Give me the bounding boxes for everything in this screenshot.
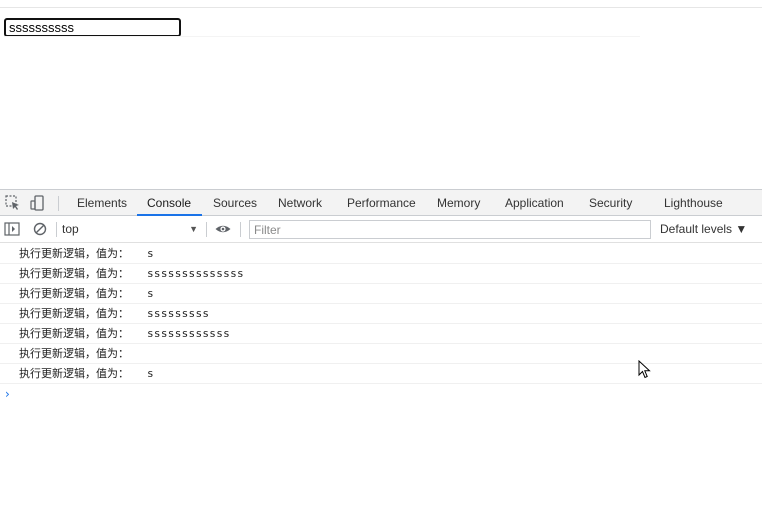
console-prompt-chevron-icon: ›: [5, 387, 10, 401]
tab-bar-separator: [58, 196, 59, 211]
context-value: top: [62, 222, 79, 236]
log-label: 执行更新逻辑，值为：: [19, 267, 129, 280]
clear-console-icon[interactable]: [31, 220, 49, 238]
log-value: s: [147, 367, 154, 380]
sidebar-toggle-icon[interactable]: [3, 220, 21, 238]
devtools-tab-bar: Elements Console Sources Network Perform…: [0, 189, 762, 216]
chevron-down-icon: ▼: [189, 224, 198, 234]
console-messages: 执行更新逻辑，值为： s 执行更新逻辑，值为： ssssssssssssss 执…: [0, 244, 762, 404]
tab-lighthouse[interactable]: Lighthouse: [664, 190, 723, 216]
log-value: s: [147, 247, 154, 260]
page-top-divider: [0, 7, 762, 8]
console-log-row: 执行更新逻辑，值为： ssssssssssssss: [0, 264, 762, 284]
toolbar-separator: [56, 222, 57, 237]
context-selector[interactable]: top ▼: [62, 220, 202, 238]
text-input[interactable]: [4, 18, 181, 37]
log-label: 执行更新逻辑，值为：: [19, 327, 129, 340]
console-filter-input[interactable]: [249, 220, 651, 239]
devtools-panel: Elements Console Sources Network Perform…: [0, 189, 762, 521]
tab-sources[interactable]: Sources: [213, 190, 257, 216]
log-value: ssssssssssssss: [147, 267, 244, 280]
log-label: 执行更新逻辑，值为：: [19, 307, 129, 320]
toolbar-separator: [240, 222, 241, 237]
tab-application[interactable]: Application: [505, 190, 564, 216]
tab-performance[interactable]: Performance: [347, 190, 416, 216]
log-label: 执行更新逻辑，值为：: [19, 347, 129, 360]
log-value: ssssssssssss: [147, 327, 231, 340]
tab-network[interactable]: Network: [278, 190, 322, 216]
log-levels-dropdown[interactable]: Default levels ▼: [660, 220, 747, 239]
live-expression-eye-icon[interactable]: [214, 220, 232, 238]
tab-elements[interactable]: Elements: [77, 190, 127, 216]
tab-security[interactable]: Security: [589, 190, 632, 216]
device-toolbar-icon[interactable]: [29, 194, 47, 212]
tab-memory[interactable]: Memory: [437, 190, 480, 216]
page-faint-divider: [4, 36, 640, 37]
console-log-row: 执行更新逻辑，值为： s: [0, 244, 762, 264]
console-log-row: 执行更新逻辑，值为： ssssssssssss: [0, 324, 762, 344]
console-toolbar: top ▼ Default levels ▼: [0, 216, 762, 243]
console-log-row: 执行更新逻辑，值为： s: [0, 284, 762, 304]
log-value: sssssssss: [147, 307, 210, 320]
mouse-cursor-icon: [638, 360, 651, 379]
toolbar-separator: [206, 222, 207, 237]
log-label: 执行更新逻辑，值为：: [19, 367, 129, 380]
console-log-row: 执行更新逻辑，值为： sssssssss: [0, 304, 762, 324]
tab-console[interactable]: Console: [147, 190, 191, 216]
console-prompt[interactable]: ›: [0, 384, 762, 404]
log-label: 执行更新逻辑，值为：: [19, 287, 129, 300]
log-label: 执行更新逻辑，值为：: [19, 247, 129, 260]
inspect-element-icon[interactable]: [4, 194, 22, 212]
log-value: s: [147, 287, 154, 300]
